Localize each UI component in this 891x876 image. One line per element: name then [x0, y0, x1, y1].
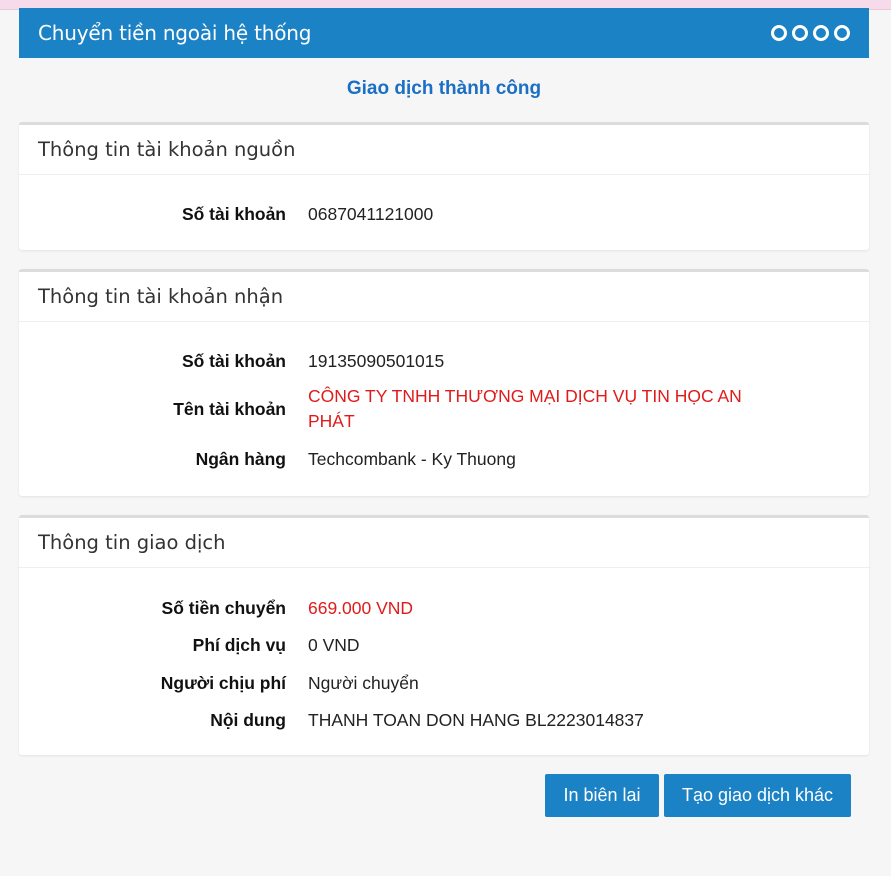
page-title: Chuyển tiền ngoài hệ thống	[38, 21, 312, 45]
receiver-bank-row: Ngân hàng Techcombank - Ky Thuong	[19, 446, 869, 472]
source-account-number-row: Số tài khoản 0687041121000	[19, 201, 869, 227]
field-label: Phí dịch vụ	[192, 634, 286, 655]
fee-payer: Người chuyển	[308, 672, 419, 693]
step-3-icon	[813, 25, 829, 41]
step-4-icon	[834, 25, 850, 41]
receiver-account-name-row: Tên tài khoản CÔNG TY TNHH THƯƠNG MẠI DỊ…	[19, 384, 869, 434]
source-panel-title: Thông tin tài khoản nguồn	[19, 125, 869, 175]
amount-row: Số tiền chuyển 669.000 VND	[19, 595, 869, 621]
receiver-account-number-row: Số tài khoản 19135090501015	[19, 348, 869, 374]
receiver-bank: Techcombank - Ky Thuong	[308, 448, 516, 469]
page-header: Chuyển tiền ngoài hệ thống	[19, 8, 869, 58]
field-label: Tên tài khoản	[173, 398, 286, 419]
step-indicator	[771, 25, 850, 41]
receiver-panel-title: Thông tin tài khoản nhận	[19, 272, 869, 322]
step-2-icon	[792, 25, 808, 41]
source-account-number: 0687041121000	[308, 203, 434, 224]
fee-payer-row: Người chịu phí Người chuyển	[19, 670, 869, 696]
service-fee: 0 VND	[308, 634, 360, 655]
transfer-amount: 669.000 VND	[308, 597, 414, 618]
print-receipt-button[interactable]: In biên lai	[545, 774, 659, 817]
receiver-account-number: 19135090501015	[308, 350, 445, 371]
field-label: Số tài khoản	[181, 350, 286, 371]
step-1-icon	[771, 25, 787, 41]
transaction-status: Giao dịch thành công	[346, 78, 542, 99]
field-label: Ngân hàng	[195, 448, 286, 469]
field-label: Số tài khoản	[181, 203, 286, 224]
transaction-panel-title: Thông tin giao dịch	[19, 518, 869, 568]
receiver-account-panel: Thông tin tài khoản nhận Số tài khoản 19…	[19, 269, 869, 496]
service-fee-row: Phí dịch vụ 0 VND	[19, 632, 869, 658]
receiver-account-name: CÔNG TY TNHH THƯƠNG MẠI DỊCH VỤ TIN HỌC …	[308, 386, 742, 431]
transfer-content: THANH TOAN DON HANG BL2223014837	[308, 709, 644, 730]
field-label: Số tiền chuyển	[161, 597, 286, 618]
content-row: Nội dung THANH TOAN DON HANG BL222301483…	[19, 707, 869, 733]
field-label: Người chịu phí	[160, 672, 286, 693]
transaction-info-panel: Thông tin giao dịch Số tiền chuyển 669.0…	[19, 515, 869, 755]
field-label: Nội dung	[210, 709, 286, 730]
new-transaction-button[interactable]: Tạo giao dịch khác	[664, 774, 851, 817]
source-account-panel: Thông tin tài khoản nguồn Số tài khoản 0…	[19, 122, 869, 250]
